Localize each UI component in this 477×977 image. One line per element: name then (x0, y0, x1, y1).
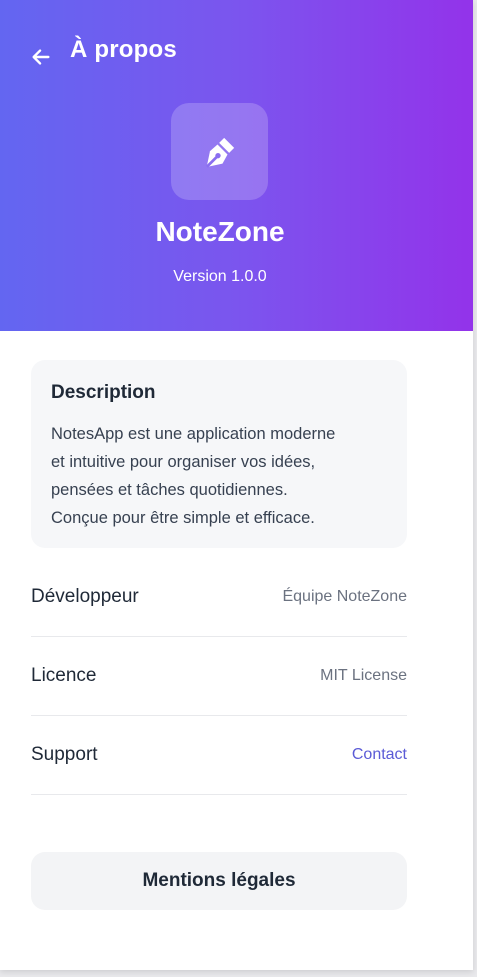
contact-link[interactable]: Contact (352, 746, 407, 764)
description-card: Description NotesApp est une application… (31, 360, 407, 548)
about-header: À propos NoteZone Version 1.0.0 (0, 0, 473, 331)
description-text: NotesApp est une application moderne et … (51, 420, 396, 532)
app-version: Version 1.0.0 (173, 268, 267, 285)
description-line: Conçue pour être simple et efficace. (51, 509, 315, 527)
license-label: Licence (31, 664, 97, 686)
app-icon (171, 103, 268, 200)
info-row-developer: Développeur Équipe NoteZone (31, 557, 407, 637)
info-row-license: Licence MIT License (31, 636, 407, 716)
app-name: NoteZone (155, 216, 285, 247)
pen-nib-icon (205, 137, 234, 167)
support-label: Support (31, 743, 98, 765)
description-line: pensées et tâches quotidiennes. (51, 481, 288, 499)
description-line: NotesApp est une application moderne (51, 425, 336, 443)
description-title: Description (51, 382, 156, 403)
back-button[interactable] (24, 40, 58, 74)
developer-value: Équipe NoteZone (282, 587, 407, 605)
developer-label: Développeur (31, 585, 139, 607)
license-value: MIT License (320, 666, 407, 684)
arrow-left-icon (32, 49, 50, 65)
legal-notices-button[interactable]: Mentions légales (31, 852, 407, 910)
description-line: et intuitive pour organiser vos idées, (51, 453, 316, 471)
page-title: À propos (70, 36, 177, 63)
about-screen: À propos NoteZone Version 1.0.0 Descript… (0, 0, 473, 970)
info-row-support: Support Contact (31, 715, 407, 795)
